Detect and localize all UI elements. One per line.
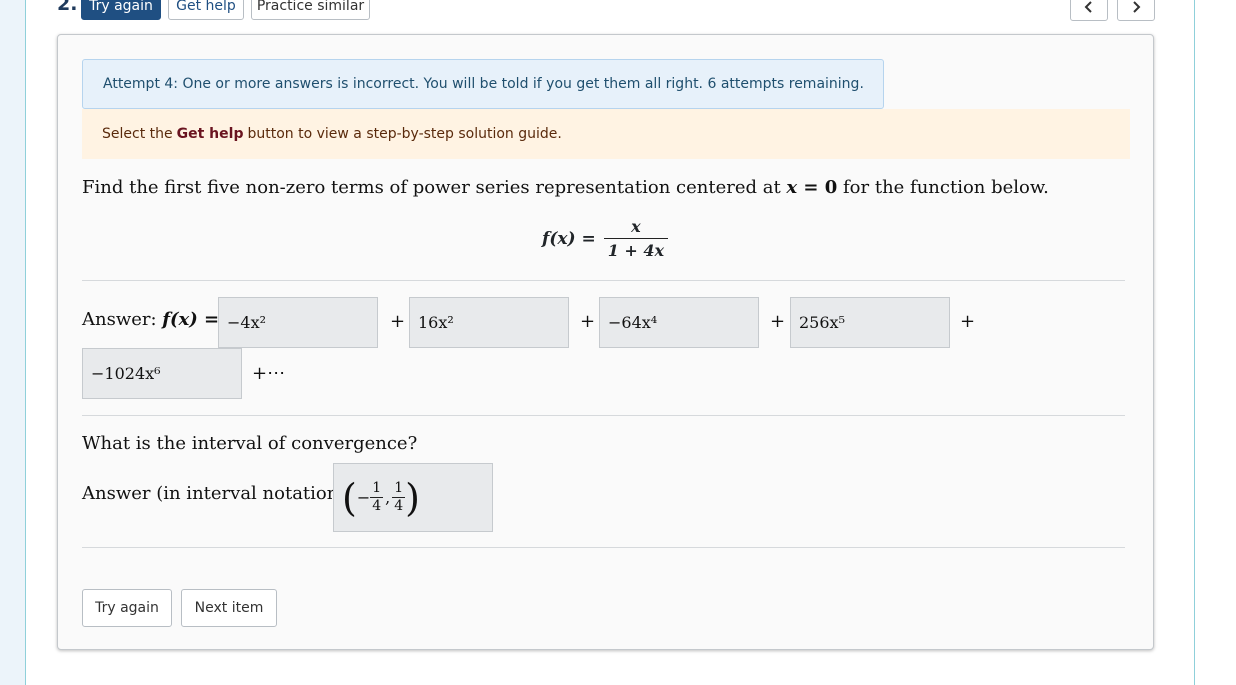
interval-answer-label: Answer (in interval notation): <box>82 483 352 504</box>
left-margin-bar <box>0 0 26 685</box>
term-4-input[interactable]: 256x⁵ <box>790 297 950 348</box>
question-number: 2. <box>57 0 78 15</box>
next-item-button[interactable]: Next item <box>181 589 277 627</box>
help-alert-suffix: button to view a step-by-step solution g… <box>247 126 562 142</box>
divider <box>82 280 1125 281</box>
interval-right-fraction: 1 4 <box>392 480 406 514</box>
fraction-numerator: 1 <box>372 480 382 497</box>
left-paren: ( <box>342 475 357 520</box>
next-question-button[interactable] <box>1117 0 1155 21</box>
interval-comma: , <box>385 488 391 507</box>
practice-similar-button[interactable]: Practice similar <box>251 0 370 20</box>
answer-label-math: f(x) = <box>162 309 220 330</box>
chevron-left-icon <box>1084 0 1092 13</box>
try-again-top-button[interactable]: Try again <box>81 0 161 20</box>
term-1-input[interactable]: −4x² <box>218 297 378 348</box>
question-prefix: Find the first five non-zero terms of po… <box>82 177 787 198</box>
function-lhs: f(x) = <box>542 228 596 249</box>
interval-question: What is the interval of convergence? <box>82 433 418 454</box>
get-help-button[interactable]: Get help <box>168 0 244 20</box>
term-3-input[interactable]: −64x⁴ <box>599 297 759 348</box>
plus-sign: + <box>580 311 596 332</box>
question-equals-zero: = 0 <box>797 177 838 198</box>
chevron-right-icon <box>1133 0 1141 13</box>
fraction-numerator: 1 <box>394 480 404 497</box>
fraction-denominator: 4 <box>370 497 384 514</box>
plus-sign: + <box>960 311 976 332</box>
answer-label-prefix: Answer: <box>82 309 163 330</box>
question-text: Find the first five non-zero terms of po… <box>82 177 1049 198</box>
interval-input[interactable]: ( − 1 4 , 1 4 ) <box>333 463 493 532</box>
attempt-alert: Attempt 4: One or more answers is incorr… <box>82 59 884 109</box>
try-again-button[interactable]: Try again <box>82 589 172 627</box>
question-variable: x <box>786 177 798 198</box>
divider <box>82 415 1125 416</box>
answer-label: Answer: f(x) = <box>82 309 219 330</box>
help-alert-prefix: Select the <box>102 126 173 142</box>
plus-sign: + <box>390 311 406 332</box>
minus-sign: − <box>356 488 371 507</box>
function-numerator: x <box>631 217 641 236</box>
divider <box>82 547 1125 548</box>
function-fraction: x 1 + 4x <box>603 217 669 260</box>
term-5-input[interactable]: −1024x⁶ <box>82 348 242 399</box>
previous-question-button[interactable] <box>1070 0 1108 21</box>
help-alert: Select the Get help button to view a ste… <box>82 109 1130 159</box>
interval-left-fraction: 1 4 <box>370 480 384 514</box>
term-2-input[interactable]: 16x² <box>409 297 569 348</box>
attempt-alert-text: Attempt 4: One or more answers is incorr… <box>103 76 864 92</box>
plus-sign: + <box>770 311 786 332</box>
question-suffix: for the function below. <box>837 177 1049 198</box>
question-card: Attempt 4: One or more answers is incorr… <box>57 34 1154 650</box>
right-paren: ) <box>405 475 420 520</box>
function-denominator: 1 + 4x <box>603 238 669 260</box>
function-equation: f(x) = x 1 + 4x <box>542 217 669 260</box>
ellipsis: +⋯ <box>252 363 286 384</box>
right-margin-bar <box>1194 0 1236 685</box>
fraction-denominator: 4 <box>392 497 406 514</box>
help-alert-bold: Get help <box>176 126 244 142</box>
